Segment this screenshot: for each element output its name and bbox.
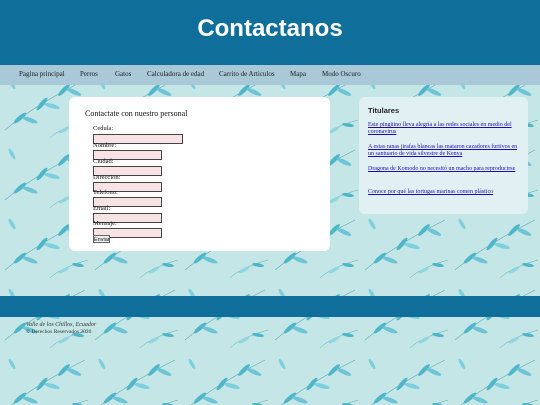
footer-band bbox=[0, 296, 540, 317]
footer-copyright: © Derechos Reservados 2020 bbox=[26, 329, 92, 335]
contact-form-card: Contactate con nuestro personal Cedula: … bbox=[69, 97, 330, 251]
headline-link-pinguino[interactable]: Este pingüino lleva alegría a las redes … bbox=[368, 122, 523, 136]
headline-link-komodo[interactable]: Dragona de Komodo no necesitó un macho p… bbox=[368, 166, 523, 173]
page-title: Contactanos bbox=[197, 15, 343, 42]
nav-link-pagina-principal[interactable]: Pagina principal bbox=[19, 70, 65, 78]
nav-link-calculadora[interactable]: Calculadora de edad bbox=[147, 70, 204, 78]
mensaje-label: Mensaje: bbox=[93, 220, 117, 227]
enviar-button[interactable]: Enviar bbox=[93, 235, 110, 243]
form-title: Contactate con nuestro personal bbox=[85, 109, 188, 118]
email-label: Email: bbox=[93, 205, 111, 212]
navigation-bar: Pagina principal Perros Gatos Calculador… bbox=[0, 65, 540, 85]
site-header: Contactanos bbox=[0, 0, 540, 65]
footer-location: Valle de los Chillos, Ecuador bbox=[26, 322, 97, 328]
nav-link-carrito[interactable]: Carrito de Articulos bbox=[219, 70, 275, 78]
headline-link-tortugas[interactable]: Conoce por qué las tortugas marinas come… bbox=[368, 189, 523, 196]
cedula-label: Cedula: bbox=[93, 125, 114, 132]
nav-link-gatos[interactable]: Gatos bbox=[115, 70, 131, 78]
footer-info: Valle de los Chillos, Ecuador © Derechos… bbox=[26, 322, 96, 335]
headlines-title: Titulares bbox=[368, 106, 400, 115]
direccion-label: Direccion: bbox=[93, 174, 121, 181]
nav-link-perros[interactable]: Perros bbox=[80, 70, 98, 78]
nav-link-mapa[interactable]: Mapa bbox=[290, 70, 306, 78]
nav-link-modo-oscuro[interactable]: Modo Oscuro bbox=[322, 70, 361, 78]
nombre-label: Nombre: bbox=[93, 142, 117, 149]
ciudad-label: Ciudad: bbox=[93, 158, 114, 165]
headline-link-ranas[interactable]: A estas ranas jirafas blancas las mataro… bbox=[368, 144, 523, 158]
headlines-panel: Titulares Este pingüino lleva alegría a … bbox=[359, 97, 528, 214]
telefono-label: Telefono: bbox=[93, 189, 118, 196]
